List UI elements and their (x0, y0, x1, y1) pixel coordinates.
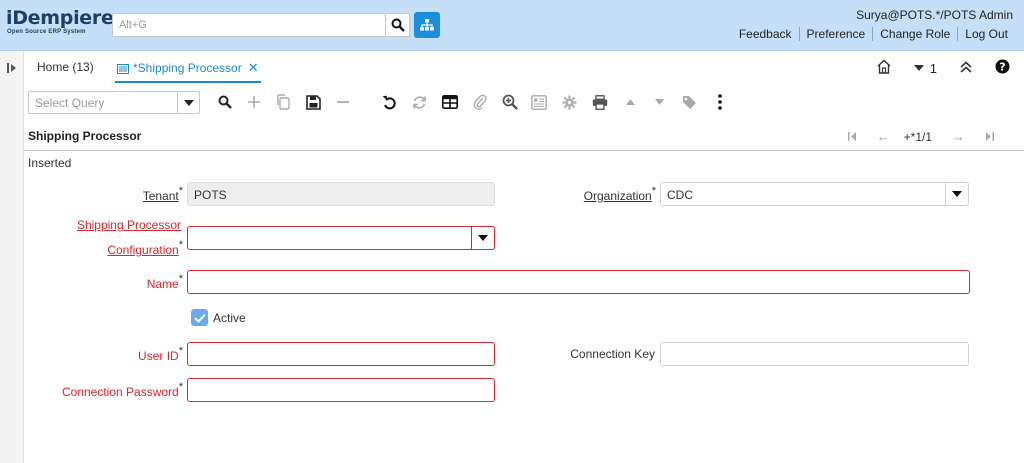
window-list-dropdown[interactable]: 1 (913, 60, 937, 76)
search-icon (218, 95, 232, 109)
chevron-down-icon[interactable] (471, 226, 495, 250)
minus-icon (337, 101, 349, 103)
logo-tagline: Open Source ERP System (7, 29, 86, 35)
connection-key-label: Connection Key (570, 347, 655, 361)
new-record-button[interactable] (244, 92, 264, 112)
organization-select[interactable]: CDC (660, 182, 969, 206)
document-icon (531, 94, 547, 110)
checkmark-icon (193, 313, 206, 323)
organization-value: CDC (667, 188, 693, 202)
tab-home[interactable]: Home (13) (37, 51, 94, 84)
query-placeholder: Select Query (35, 96, 105, 110)
tenant-field: POTS (187, 182, 495, 206)
window-icon (117, 63, 129, 77)
user-role-label[interactable]: Surya@POTS.*/POTS Admin (856, 8, 1013, 22)
feedback-link[interactable]: Feedback (732, 27, 799, 41)
next-arrow-icon[interactable]: → (952, 129, 965, 144)
undo-icon (382, 95, 396, 109)
record-counter: +*1/1 (903, 129, 932, 144)
previous-arrow-icon[interactable]: ← (877, 129, 890, 144)
gear-icon (562, 95, 576, 109)
userid-label: User ID* (138, 345, 183, 363)
refresh-button[interactable] (409, 92, 429, 112)
shipping-processor-config-select[interactable] (187, 226, 495, 250)
connection-password-field[interactable] (187, 378, 495, 402)
logout-link[interactable]: Log Out (957, 27, 1015, 41)
delete-button[interactable] (333, 92, 353, 112)
copy-icon (277, 94, 290, 110)
more-actions-button[interactable] (710, 92, 730, 112)
record-status: Inserted (28, 156, 72, 170)
find-button[interactable] (215, 92, 235, 112)
grid-toggle-button[interactable] (440, 92, 460, 112)
global-search-input[interactable]: Alt+G (112, 13, 386, 37)
first-record-icon[interactable] (847, 130, 857, 144)
caret-down-icon (913, 65, 924, 71)
table-icon (442, 95, 458, 109)
window-count: 1 (929, 60, 937, 76)
save-button[interactable] (303, 92, 323, 112)
window-toolbar: Select Query (24, 84, 1024, 120)
caret-up-icon (625, 99, 635, 105)
copy-record-button[interactable] (273, 92, 293, 112)
paperclip-icon (473, 94, 487, 110)
zoom-across-button[interactable] (500, 92, 520, 112)
last-record-icon[interactable] (985, 130, 994, 144)
expand-panel-icon[interactable] (6, 62, 18, 74)
zoom-in-icon (502, 94, 518, 110)
chevron-down-icon[interactable] (177, 92, 199, 113)
help-icon[interactable]: ? (995, 59, 1010, 77)
previous-record-button[interactable] (620, 92, 640, 112)
tab-shipping-processor[interactable]: *Shipping Processor ✕ (115, 51, 261, 83)
logo-wordmark: iDempiere (6, 7, 114, 29)
close-tab-icon[interactable]: ✕ (248, 60, 259, 75)
save-icon (305, 94, 321, 110)
page-title: Shipping Processor (28, 129, 142, 143)
active-checkbox[interactable] (191, 309, 208, 326)
kebab-menu-icon (718, 94, 722, 110)
svg-text:?: ? (999, 61, 1005, 74)
active-label[interactable]: Active (213, 311, 246, 325)
app-header: iDempiere Open Source ERP System Alt+G S… (0, 0, 1024, 51)
refresh-icon (412, 95, 426, 109)
userid-field[interactable] (187, 342, 495, 366)
next-record-button[interactable] (649, 92, 669, 112)
label-button[interactable] (679, 92, 699, 112)
name-label: Name* (146, 273, 183, 291)
select-query-combobox[interactable]: Select Query (28, 91, 200, 114)
change-role-link[interactable]: Change Role (872, 27, 957, 41)
config-label-line1: Shipping Processor (76, 218, 181, 232)
record-navigator: ← +*1/1 → (828, 129, 994, 144)
home-icon[interactable] (876, 59, 892, 77)
connection-key-field[interactable] (660, 342, 969, 366)
config-label-line2: Configuration* (107, 239, 183, 257)
printer-icon (592, 94, 608, 110)
caret-down-icon (654, 99, 664, 105)
sitemap-icon (420, 19, 434, 31)
collapse-up-icon[interactable] (959, 60, 973, 76)
chevron-down-icon[interactable] (945, 182, 969, 206)
menu-tree-button[interactable] (414, 12, 440, 38)
tab-tools: 1 ? (854, 59, 1010, 77)
name-field[interactable] (187, 270, 970, 294)
report-button[interactable] (529, 92, 549, 112)
west-panel-collapsed (0, 51, 24, 463)
tab-label: *Shipping Processor (133, 61, 242, 75)
attachment-button[interactable] (470, 92, 490, 112)
undo-button[interactable] (379, 92, 399, 112)
window-title-bar: Shipping Processor ← +*1/1 → (24, 120, 1024, 151)
preference-link[interactable]: Preference (798, 27, 873, 41)
header-links: Feedback Preference Change Role Log Out (732, 27, 1015, 41)
process-button[interactable] (559, 92, 579, 112)
connection-password-label: Connection Password* (61, 381, 183, 399)
print-button[interactable] (590, 92, 610, 112)
plus-icon (248, 96, 260, 108)
tag-icon (682, 95, 696, 109)
idempiere-logo[interactable]: iDempiere Open Source ERP System (6, 7, 114, 39)
search-icon (391, 18, 405, 32)
organization-label: Organization* (583, 185, 656, 203)
tenant-label: Tenant* (142, 185, 183, 203)
search-button[interactable] (386, 13, 410, 37)
window-tabs: Home (13) *Shipping Processor ✕ 1 ? (24, 51, 1024, 84)
